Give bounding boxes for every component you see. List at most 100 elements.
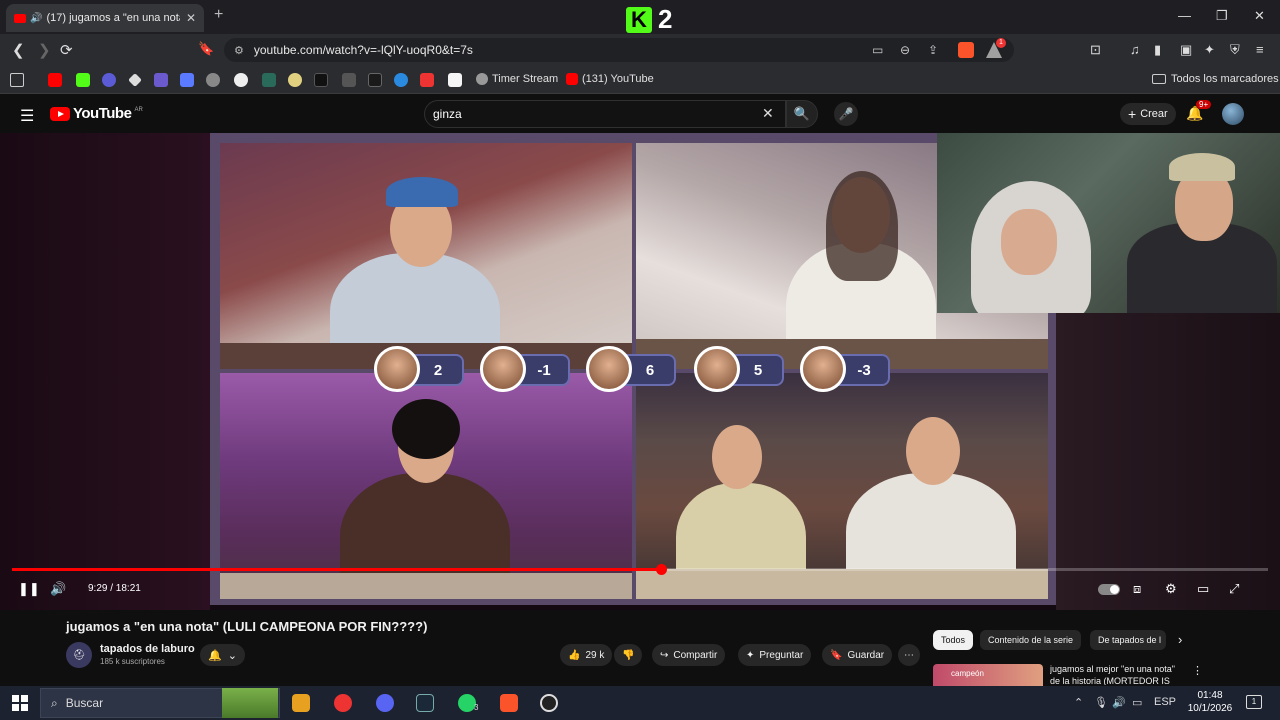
recommendation-title[interactable]: jugamos al mejor "en una nota" de la his… — [1050, 663, 1182, 685]
tray-mic-icon[interactable]: 🎙 — [1094, 696, 1108, 709]
notification-center-icon[interactable]: 1 — [1246, 695, 1262, 709]
account-avatar[interactable] — [1222, 103, 1244, 125]
cast-icon[interactable]: ▭ — [872, 43, 883, 57]
media-icon[interactable]: ♫ — [1130, 42, 1140, 57]
bookmark-app-icon[interactable] — [342, 73, 356, 87]
new-tab-button[interactable]: + — [214, 6, 223, 24]
save-button[interactable]: 🔖 Guardar — [822, 644, 893, 666]
rewards-badge: 1 — [996, 38, 1006, 48]
tray-language[interactable]: ESP — [1154, 696, 1176, 708]
bookmark-app-icon[interactable] — [102, 73, 116, 87]
bookmark-app-icon[interactable] — [234, 73, 248, 87]
bookmark-youtube[interactable]: (131) YouTube — [566, 73, 654, 85]
video-progress-bar[interactable] — [12, 564, 1268, 575]
share-icon[interactable]: ⇪ — [928, 43, 938, 57]
chevron-right-icon[interactable]: › — [1178, 632, 1182, 647]
bookmark-app-icon[interactable] — [394, 73, 408, 87]
pause-button[interactable]: ❚❚ — [18, 581, 40, 597]
media-player-icon[interactable] — [334, 694, 352, 712]
subscription-bell-button[interactable]: 🔔 ⌄ — [200, 644, 245, 666]
bookmark-icon[interactable]: 🔖 — [198, 41, 214, 57]
channel-avatar[interactable]: ⛑ — [66, 642, 92, 668]
steam-icon[interactable] — [416, 694, 434, 712]
video-time: 9:29 / 18:21 — [88, 583, 141, 594]
tray-volume-icon[interactable]: 🔊 — [1112, 696, 1126, 709]
subtitles-button[interactable]: ⧈ — [1133, 581, 1141, 597]
fullscreen-button[interactable]: ⤢ — [1229, 581, 1239, 597]
more-actions-button[interactable]: ⋯ — [898, 644, 920, 666]
bookmark-page-icon[interactable] — [448, 73, 462, 87]
diamond-bookmark-icon[interactable] — [128, 73, 142, 87]
ask-button[interactable]: ✦ Preguntar — [738, 644, 812, 666]
all-bookmarks-label: Todos los marcadores — [1171, 73, 1279, 85]
voice-search-button[interactable]: 🎤 — [834, 102, 858, 126]
brave-shields-icon[interactable] — [958, 42, 974, 58]
wallet-icon[interactable]: ▣ — [1180, 42, 1192, 58]
clear-search-icon[interactable]: ✕ — [762, 105, 774, 122]
channel-name[interactable]: tapados de laburo — [100, 643, 195, 655]
tab-close-icon[interactable]: ✕ — [186, 11, 196, 25]
minimize-button[interactable]: — — [1178, 8, 1191, 23]
search-input[interactable]: ginza — [424, 100, 786, 128]
cap-shape — [386, 177, 458, 207]
like-button[interactable]: 👍 29 k — [560, 644, 613, 666]
vpn-icon[interactable]: ⛨ — [1230, 42, 1240, 58]
settings-button[interactable]: ⚙ — [1165, 581, 1177, 597]
kick-bookmark-icon[interactable] — [76, 73, 90, 87]
taskbar-clock[interactable]: 01:48 10/1/2026 — [1180, 689, 1240, 715]
browser-tab-youtube[interactable]: 🔊 (17) jugamos a "en una nota" ✕ — [6, 4, 204, 32]
all-bookmarks-button[interactable]: Todos los marcadores — [1152, 73, 1279, 85]
obs-icon[interactable] — [540, 694, 558, 712]
forward-arrow-icon[interactable]: ❯ — [38, 41, 51, 59]
back-arrow-icon[interactable]: ❮ — [12, 41, 25, 59]
hamburger-menu-icon[interactable]: ☰ — [20, 106, 34, 126]
share-label: Compartir — [673, 649, 718, 661]
create-button[interactable]: + Crear — [1120, 103, 1176, 125]
discord-icon[interactable] — [376, 694, 394, 712]
zoom-icon[interactable]: ⊖ — [900, 43, 910, 57]
chip-series[interactable]: Contenido de la serie — [980, 630, 1082, 650]
youtube-bookmark-icon[interactable] — [48, 73, 62, 87]
recommendation-thumbnail[interactable]: campeón — [933, 664, 1043, 686]
youtube-logo[interactable]: YouTube AR — [50, 105, 143, 122]
sl-bookmark-icon[interactable] — [154, 73, 168, 87]
reload-icon[interactable]: ⟳ — [60, 41, 73, 59]
speaker-icon[interactable]: 🔊 — [30, 13, 42, 24]
theater-mode-button[interactable]: ▭ — [1197, 581, 1209, 597]
pause-icon: ❚❚ — [18, 581, 40, 596]
menu-icon[interactable]: ≡ — [1256, 42, 1264, 57]
share-button[interactable]: ↪ Compartir — [652, 644, 726, 666]
bookmark-app-icon[interactable] — [288, 73, 302, 87]
screenshot-icon[interactable]: ⊡ — [1090, 42, 1101, 58]
site-settings-icon[interactable]: ⚙ — [234, 44, 244, 57]
bookmark-app-icon[interactable] — [206, 73, 220, 87]
bookmark-app-icon[interactable] — [368, 73, 382, 87]
chip-from-channel[interactable]: De tapados de l — [1090, 630, 1166, 650]
url-field[interactable]: ⚙ youtube.com/watch?v=-lQlY-uoqR0&t=7s — [224, 38, 1014, 62]
bookmark-app-icon[interactable] — [262, 73, 276, 87]
windows-start-icon[interactable] — [12, 695, 28, 711]
tray-chevron-up-icon[interactable]: ⌃ — [1074, 696, 1083, 709]
more-vertical-icon[interactable]: ⋮ — [1192, 664, 1203, 677]
video-player[interactable]: 2 -1 6 5 -3 — [0, 133, 1280, 610]
sidebar-icon[interactable]: ▮ — [1154, 42, 1161, 58]
chip-todos[interactable]: Todos — [933, 630, 974, 650]
search-button[interactable]: 🔍 — [786, 100, 818, 128]
maximize-button[interactable]: ❐ — [1216, 8, 1228, 24]
bookmark-app-icon[interactable] — [420, 73, 434, 87]
tiktok-bookmark-icon[interactable] — [314, 73, 328, 87]
taskbar-weather-widget[interactable] — [222, 688, 278, 718]
bookmark-app-icon[interactable] — [180, 73, 194, 87]
close-window-button[interactable]: ✕ — [1254, 8, 1265, 24]
autoplay-toggle[interactable] — [1098, 584, 1120, 595]
tray-network-icon[interactable]: ▭ — [1132, 696, 1142, 709]
brave-browser-icon[interactable] — [500, 694, 518, 712]
volume-button[interactable]: 🔊 — [50, 581, 66, 597]
bookmarks-bar: Timer Stream (131) YouTube Todos los mar… — [0, 66, 1280, 94]
plus-icon: + — [1128, 106, 1137, 122]
bookmark-timer-stream[interactable]: Timer Stream — [476, 73, 558, 85]
fl-studio-icon[interactable] — [292, 694, 310, 712]
leo-ai-icon[interactable]: ✦ — [1204, 42, 1215, 58]
apps-grid-icon[interactable] — [10, 73, 24, 87]
dislike-button[interactable]: 👎 — [614, 644, 643, 666]
